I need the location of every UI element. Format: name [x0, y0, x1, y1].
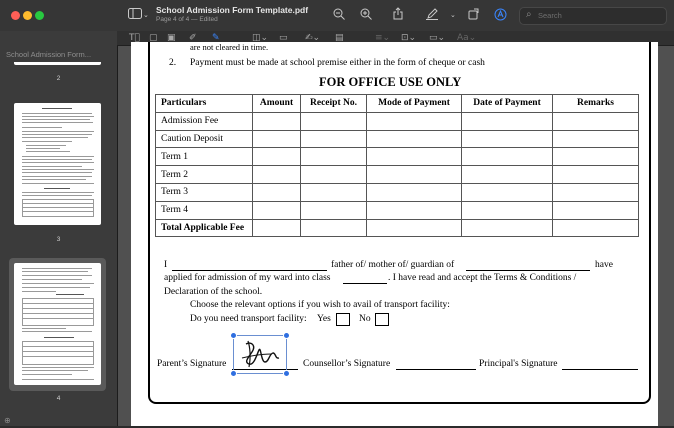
- signature-annotation[interactable]: [230, 332, 290, 377]
- column-header: Amount: [252, 94, 301, 113]
- table-row: Term 2: [155, 165, 639, 184]
- yes-checkbox[interactable]: [336, 313, 350, 326]
- zoom-out-icon[interactable]: [333, 8, 345, 23]
- chevron-down-icon[interactable]: ⌄: [143, 8, 149, 22]
- resize-handle-bottom-left[interactable]: [230, 370, 237, 377]
- no-checkbox[interactable]: [375, 313, 389, 326]
- principal-signature-label: Principal's Signature: [479, 359, 558, 369]
- column-header: Remarks: [552, 94, 639, 113]
- rotate-icon[interactable]: [468, 7, 480, 23]
- thumbnail-page-3[interactable]: [14, 103, 101, 225]
- parent-signature-label: Parent’s Signature: [157, 359, 227, 369]
- table-row: Term 3: [155, 182, 639, 202]
- share-icon[interactable]: [393, 7, 403, 23]
- row-label: Term 4: [155, 200, 253, 220]
- thumbnail-page-1-bottom[interactable]: [14, 62, 101, 65]
- office-use-heading: FOR OFFICE USE ONLY: [319, 75, 462, 89]
- search-field[interactable]: ⌕ Search: [519, 7, 667, 25]
- row-label: Admission Fee: [155, 111, 253, 131]
- ward-name-blank-line[interactable]: [466, 270, 590, 271]
- page-number-4: 4: [56, 395, 61, 402]
- column-header: Particulars: [155, 94, 253, 113]
- table-row: Term 4: [155, 200, 639, 220]
- resize-handle-bottom-right[interactable]: [283, 370, 290, 377]
- no-label: No: [359, 314, 371, 324]
- chevron-down-icon[interactable]: ⌄: [450, 8, 456, 22]
- declaration-terms: . I have read and accept the Terms & Con…: [388, 273, 577, 283]
- minimize-window-button[interactable]: [23, 11, 32, 20]
- search-icon: ⌕: [526, 9, 532, 20]
- transport-instruction: Choose the relevant options if you wish …: [190, 300, 450, 310]
- declaration-end: Declaration of the school.: [164, 287, 263, 297]
- column-header: Date of Payment: [461, 94, 553, 113]
- yes-label: Yes: [317, 314, 331, 324]
- row-label: Term 3: [155, 182, 253, 202]
- document-status: Page 4 of 4 — Edited: [156, 16, 218, 23]
- fee-table: Particulars Amount Receipt No. Mode of P…: [155, 94, 639, 238]
- thumbnail-sidebar: School Admission Form... 2 3 4 ⊕: [0, 31, 118, 426]
- declaration-class: applied for admission of my ward into cl…: [164, 273, 331, 283]
- principal-signature-line[interactable]: [562, 369, 638, 370]
- row-label: Total Applicable Fee: [155, 218, 253, 238]
- markup-pen-icon[interactable]: [426, 8, 439, 23]
- table-header-row: Particulars Amount Receipt No. Mode of P…: [155, 94, 639, 113]
- class-blank-line[interactable]: [343, 283, 387, 284]
- counsellor-signature-label: Counsellor’s Signature: [303, 359, 391, 369]
- markup-toolbar-icon[interactable]: [494, 8, 507, 24]
- thumbnail-page-4[interactable]: [14, 263, 101, 385]
- handwritten-signature-icon: [241, 340, 280, 368]
- table-row: Caution Deposit: [155, 129, 639, 149]
- page-number-3: 3: [56, 236, 61, 243]
- zoom-in-icon[interactable]: [360, 8, 372, 23]
- name-blank-line[interactable]: [172, 270, 327, 271]
- title-bar: ⌄ School Admission Form Template.pdf Pag…: [0, 0, 674, 32]
- resize-handle-top-left[interactable]: [230, 332, 237, 339]
- row-label: Term 2: [155, 165, 253, 184]
- declaration-relation: father of/ mother of/ guardian of: [331, 260, 455, 270]
- table-row: Total Applicable Fee: [155, 218, 639, 238]
- column-header: Receipt No.: [300, 94, 367, 113]
- sidebar-document-name: School Admission Form...: [6, 50, 92, 59]
- resize-handle-top-right[interactable]: [283, 332, 290, 339]
- search-placeholder: Search: [538, 11, 562, 20]
- transport-question: Do you need transport facility:: [190, 314, 307, 324]
- list-number-2: 2.: [169, 58, 177, 68]
- page-number-2: 2: [56, 75, 61, 82]
- cut-off-text: are not cleared in time.: [190, 42, 269, 52]
- table-row: Term 1: [155, 147, 639, 167]
- document-title: School Admission Form Template.pdf: [156, 5, 309, 15]
- column-header: Mode of Payment: [366, 94, 462, 113]
- payment-note: Payment must be made at school premise e…: [190, 58, 485, 68]
- sidebar-toggle-icon[interactable]: [128, 8, 142, 22]
- table-row: Admission Fee: [155, 111, 639, 131]
- declaration-i: I: [164, 260, 168, 270]
- counsellor-signature-line[interactable]: [396, 369, 476, 370]
- row-label: Term 1: [155, 147, 253, 167]
- close-window-button[interactable]: [11, 11, 20, 20]
- declaration-have: have: [595, 260, 613, 270]
- row-label: Caution Deposit: [155, 129, 253, 149]
- fullscreen-window-button[interactable]: [35, 11, 44, 20]
